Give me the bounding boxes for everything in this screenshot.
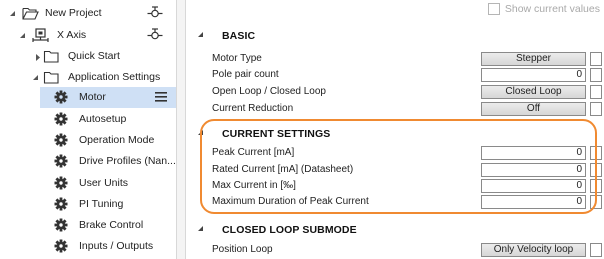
tree-item-label: New Project xyxy=(45,7,102,19)
expanded-caret-icon[interactable] xyxy=(19,32,27,40)
row-checkbox[interactable] xyxy=(590,179,602,193)
prop-row-current-reduction: Current Reduction Off xyxy=(198,101,604,117)
pole-pair-count-input[interactable]: 0 xyxy=(481,68,586,82)
prop-label: Current Reduction xyxy=(212,103,294,114)
tree-item-x-axis[interactable]: X Axis xyxy=(0,25,176,46)
row-checkbox[interactable] xyxy=(590,68,602,82)
section-basic-header[interactable]: BASIC xyxy=(186,30,255,42)
tree-item-label: PI Tuning xyxy=(79,198,124,210)
tree-item-label: X Axis xyxy=(57,29,87,41)
expanded-caret-icon[interactable] xyxy=(32,74,40,82)
tree-item-quick-start[interactable]: Quick Start xyxy=(0,46,176,67)
tree-item-label: Inputs / Outputs xyxy=(79,240,154,252)
row-checkbox[interactable] xyxy=(590,102,602,116)
row-checkbox[interactable] xyxy=(590,85,602,99)
tree-item-label: Motor xyxy=(79,91,106,103)
expanded-caret-icon[interactable] xyxy=(198,226,210,234)
prop-label: Pole pair count xyxy=(212,69,279,80)
tree-scrollbar[interactable] xyxy=(177,0,185,259)
prop-label: Motor Type xyxy=(212,53,262,64)
folder-open-icon xyxy=(22,6,39,21)
folder-icon xyxy=(43,49,59,64)
prop-row-open-closed-loop: Open Loop / Closed Loop Closed Loop xyxy=(198,84,604,100)
connection-plug-icon[interactable] xyxy=(147,28,163,43)
show-current-values-checkbox[interactable] xyxy=(487,3,500,15)
current-reduction-select[interactable]: Off xyxy=(481,102,586,116)
tree-item-drive-profiles[interactable]: Drive Profiles (Nan... xyxy=(0,151,176,172)
show-current-values-label: Show current values xyxy=(504,3,600,15)
position-loop-select[interactable]: Only Velocity loop xyxy=(481,243,586,257)
tree-item-operation-mode[interactable]: Operation Mode xyxy=(0,130,176,151)
prop-label: Max Current in [‰] xyxy=(212,180,296,191)
show-current-values-toggle[interactable]: Show current values xyxy=(487,3,600,15)
axis-icon xyxy=(32,28,49,43)
max-duration-peak-current-input[interactable]: 0 xyxy=(481,195,586,209)
peak-current-input[interactable]: 0 xyxy=(481,146,586,160)
menu-icon[interactable] xyxy=(155,91,171,106)
folder-icon xyxy=(43,70,59,85)
tree-item-label: Drive Profiles (Nan... xyxy=(79,155,176,167)
prop-row-max-duration-peak-current: Maximum Duration of Peak Current 0 xyxy=(198,194,604,210)
prop-row-rated-current: Rated Current [mA] (Datasheet) 0 xyxy=(198,162,604,178)
gear-icon xyxy=(54,176,70,191)
tree-item-new-project[interactable]: New Project xyxy=(0,3,176,24)
prop-label: Maximum Duration of Peak Current xyxy=(212,196,369,207)
tree-item-label: Application Settings xyxy=(68,71,161,83)
row-checkbox[interactable] xyxy=(590,146,602,160)
properties-panel: Show current values BASIC Motor Type Ste… xyxy=(186,0,604,259)
tree-item-user-units[interactable]: User Units xyxy=(0,173,176,194)
gear-icon xyxy=(54,239,70,254)
row-checkbox[interactable] xyxy=(590,243,602,257)
loop-mode-select[interactable]: Closed Loop xyxy=(481,85,586,99)
expanded-caret-icon[interactable] xyxy=(9,10,17,18)
expanded-caret-icon[interactable] xyxy=(198,32,210,40)
gear-icon xyxy=(54,197,70,212)
tree-item-label: Brake Control xyxy=(79,219,144,231)
prop-row-peak-current: Peak Current [mA] 0 xyxy=(198,145,604,161)
gear-icon xyxy=(54,133,70,148)
gear-icon xyxy=(54,154,70,169)
prop-label: Position Loop xyxy=(212,244,273,255)
project-tree: New Project X Axis Quick Start Applicati… xyxy=(0,0,176,259)
gear-icon xyxy=(54,112,70,127)
tree-item-label: Autosetup xyxy=(79,113,127,125)
gear-icon xyxy=(54,90,70,105)
section-current-settings-header[interactable]: CURRENT SETTINGS xyxy=(186,128,330,140)
connection-plug-icon[interactable] xyxy=(147,6,163,21)
rated-current-input[interactable]: 0 xyxy=(481,163,586,177)
tree-item-label: Operation Mode xyxy=(79,134,155,146)
section-title: CLOSED LOOP SUBMODE xyxy=(222,224,357,236)
prop-row-max-current: Max Current in [‰] 0 xyxy=(198,178,604,194)
tree-item-pi-tuning[interactable]: PI Tuning xyxy=(0,194,176,215)
tree-item-brake-control[interactable]: Brake Control xyxy=(0,215,176,236)
expanded-caret-icon[interactable] xyxy=(198,130,210,138)
section-title: BASIC xyxy=(222,30,256,42)
collapsed-caret-icon[interactable] xyxy=(34,53,42,61)
row-checkbox[interactable] xyxy=(590,195,602,209)
gear-icon xyxy=(54,218,70,233)
prop-row-pole-pair-count: Pole pair count 0 xyxy=(198,67,604,83)
tree-item-motor[interactable]: Motor xyxy=(40,87,176,108)
prop-label: Peak Current [mA] xyxy=(212,147,295,158)
prop-label: Rated Current [mA] (Datasheet) xyxy=(212,164,354,175)
prop-row-position-loop: Position Loop Only Velocity loop xyxy=(198,242,604,258)
row-checkbox[interactable] xyxy=(590,52,602,66)
motor-type-select[interactable]: Stepper xyxy=(481,52,586,66)
row-checkbox[interactable] xyxy=(590,163,602,177)
section-closed-loop-submode-header[interactable]: CLOSED LOOP SUBMODE xyxy=(186,224,357,236)
tree-item-autosetup[interactable]: Autosetup xyxy=(0,109,176,130)
max-current-input[interactable]: 0 xyxy=(481,179,586,193)
prop-label: Open Loop / Closed Loop xyxy=(212,86,326,97)
section-title: CURRENT SETTINGS xyxy=(222,128,331,140)
tree-item-inputs-outputs[interactable]: Inputs / Outputs xyxy=(0,236,176,257)
tree-item-label: User Units xyxy=(79,177,129,189)
tree-item-application-settings[interactable]: Application Settings xyxy=(0,67,176,88)
tree-item-label: Quick Start xyxy=(68,50,120,62)
prop-row-motor-type: Motor Type Stepper xyxy=(198,51,604,67)
